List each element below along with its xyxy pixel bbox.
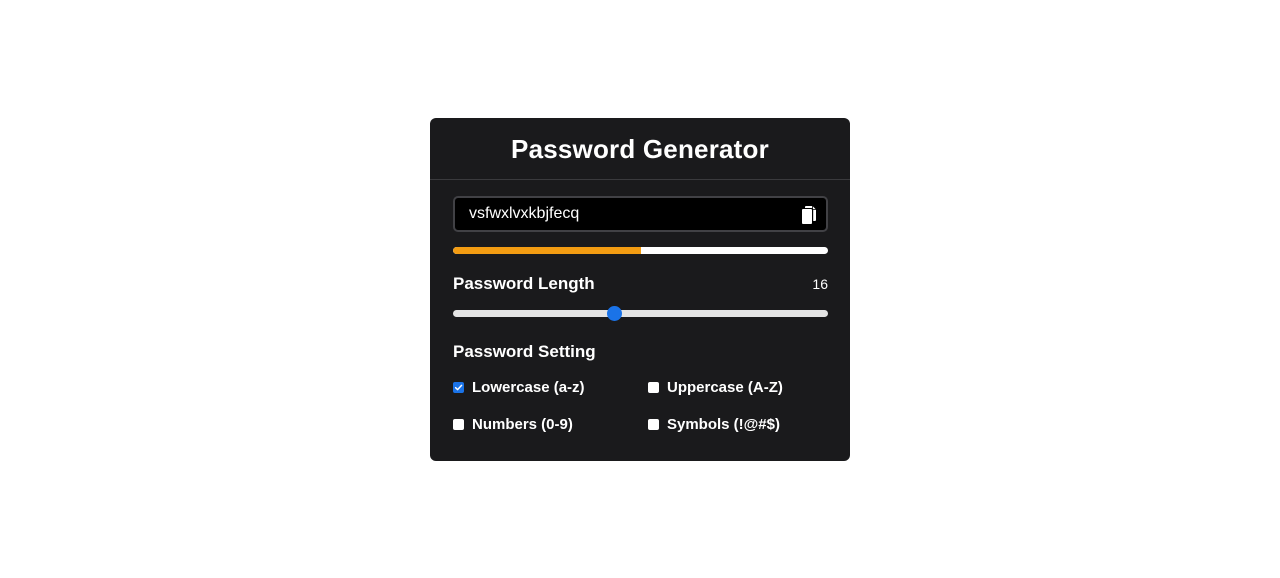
checkmark-icon <box>454 384 463 391</box>
option-symbols-label: Symbols (!@#$) <box>667 416 780 433</box>
option-lowercase[interactable]: Lowercase (a-z) <box>453 379 648 396</box>
password-length-slider-thumb[interactable] <box>606 306 622 321</box>
password-settings-options: Lowercase (a-z) Uppercase (A-Z) Numbers … <box>453 379 828 433</box>
page-title: Password Generator <box>511 134 769 164</box>
password-output-field[interactable] <box>455 198 789 230</box>
password-setting-label: Password Setting <box>453 342 596 361</box>
option-uppercase-label: Uppercase (A-Z) <box>667 379 783 396</box>
symbols-checkbox[interactable] <box>648 419 659 430</box>
password-field-container <box>453 196 828 232</box>
option-numbers[interactable]: Numbers (0-9) <box>453 416 648 433</box>
uppercase-checkbox[interactable] <box>648 382 659 393</box>
password-strength-bar <box>453 247 828 254</box>
password-length-value: 16 <box>812 276 828 292</box>
card-body: Password Length 16 Password Setting Lowe… <box>430 180 850 433</box>
password-length-label: Password Length <box>453 274 595 293</box>
option-symbols[interactable]: Symbols (!@#$) <box>648 416 828 433</box>
option-lowercase-label: Lowercase (a-z) <box>472 379 585 396</box>
password-generator-card: Password Generator Password Length 16 Pa… <box>430 118 850 461</box>
option-numbers-label: Numbers (0-9) <box>472 416 573 433</box>
option-uppercase[interactable]: Uppercase (A-Z) <box>648 379 828 396</box>
lowercase-checkbox[interactable] <box>453 382 464 393</box>
password-length-slider[interactable] <box>453 306 828 321</box>
password-length-row: Password Length 16 <box>453 274 828 294</box>
password-strength-fill <box>453 247 641 254</box>
copy-icon[interactable] <box>800 205 818 225</box>
numbers-checkbox[interactable] <box>453 419 464 430</box>
card-header: Password Generator <box>430 118 850 180</box>
